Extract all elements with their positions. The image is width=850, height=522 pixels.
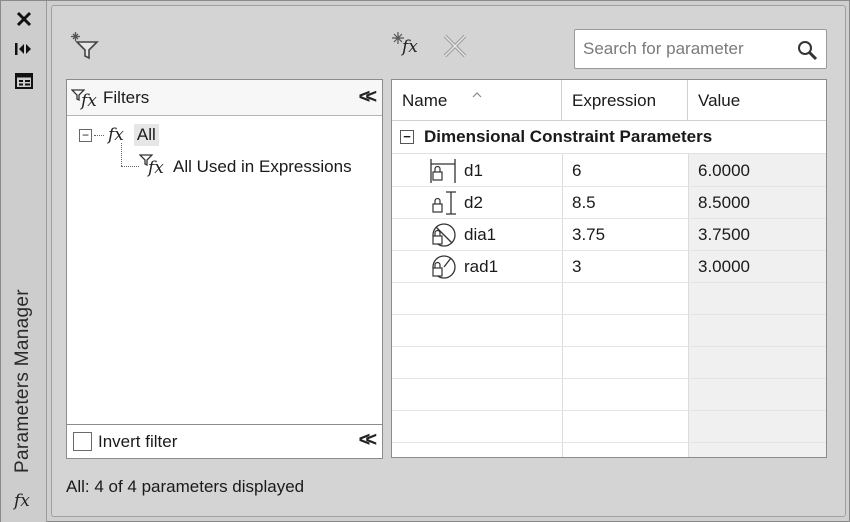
diameter-constraint-icon bbox=[428, 220, 458, 253]
group-row-dimensional[interactable]: − Dimensional Constraint Parameters bbox=[392, 121, 826, 154]
properties-icon[interactable] bbox=[11, 71, 37, 91]
tree-connector bbox=[94, 134, 104, 136]
table-row[interactable]: d1 6 6.0000 bbox=[392, 154, 826, 186]
filter-fx-icon: fx bbox=[139, 154, 173, 180]
tree-item-label: All Used in Expressions bbox=[173, 157, 352, 176]
table-row[interactable]: dia1 3.75 3.7500 bbox=[392, 218, 826, 250]
param-value: 8.5000 bbox=[698, 193, 750, 212]
column-header-name[interactable]: Name bbox=[392, 80, 562, 121]
tree-item-label: All bbox=[133, 124, 159, 146]
parameters-manager-window: Parameters Manager fx fx Search for para… bbox=[0, 0, 850, 522]
close-icon[interactable] bbox=[11, 9, 37, 29]
new-filter-icon[interactable] bbox=[68, 30, 102, 62]
column-header-expression[interactable]: Expression bbox=[562, 80, 688, 121]
delete-icon[interactable] bbox=[440, 32, 470, 60]
param-name: dia1 bbox=[464, 225, 497, 244]
filter-tree-item-used-in-expressions[interactable]: fx All Used in Expressions bbox=[139, 154, 352, 180]
tree-expander-icon[interactable]: − bbox=[79, 128, 92, 142]
column-header-value[interactable]: Value bbox=[688, 80, 826, 121]
param-expression[interactable]: 6 bbox=[572, 161, 581, 181]
tree-connector-line bbox=[121, 166, 139, 167]
search-box[interactable] bbox=[574, 29, 827, 69]
search-input[interactable] bbox=[583, 36, 788, 62]
filters-header: fx Filters << bbox=[67, 80, 382, 116]
param-value: 3.0000 bbox=[698, 257, 750, 276]
row-divider bbox=[392, 442, 826, 443]
radius-constraint-icon bbox=[428, 252, 458, 285]
row-divider bbox=[392, 346, 826, 347]
status-text: All: 4 of 4 parameters displayed bbox=[66, 477, 305, 496]
param-name: d1 bbox=[464, 161, 483, 180]
group-expander-icon[interactable]: − bbox=[400, 130, 414, 144]
filters-panel: fx Filters << − fx All fx All Used in Ex bbox=[66, 79, 383, 459]
filters-title: Filters bbox=[103, 88, 150, 107]
param-value: 6.0000 bbox=[698, 161, 750, 180]
table-row[interactable]: d2 8.5 8.5000 bbox=[392, 186, 826, 218]
row-divider bbox=[392, 410, 826, 411]
param-name: d2 bbox=[464, 193, 483, 212]
palette-title-strip: Parameters Manager fx bbox=[1, 1, 47, 522]
row-divider bbox=[392, 378, 826, 379]
collapse-footer-button[interactable]: << bbox=[359, 429, 377, 452]
sort-ascending-icon bbox=[472, 83, 482, 103]
invert-filter-checkbox[interactable] bbox=[73, 432, 92, 451]
collapse-filters-button[interactable]: << bbox=[359, 86, 377, 109]
row-divider bbox=[392, 314, 826, 315]
fx-icon: fx bbox=[108, 125, 124, 145]
invert-filter-label: Invert filter bbox=[98, 432, 178, 451]
new-parameter-icon[interactable]: fx bbox=[392, 30, 428, 62]
fx-icon: fx bbox=[14, 491, 30, 511]
tree-connector-line bbox=[121, 143, 122, 166]
main-panel: fx fx Filters << − bbox=[51, 5, 846, 517]
filter-tree-item-all[interactable]: − fx All bbox=[79, 124, 159, 146]
auto-hide-icon[interactable] bbox=[11, 39, 37, 59]
param-value: 3.7500 bbox=[698, 225, 750, 244]
group-label: Dimensional Constraint Parameters bbox=[424, 127, 713, 146]
parameters-grid: Name Expression Value − Dimensional Cons… bbox=[391, 79, 827, 458]
filters-footer: Invert filter << bbox=[67, 424, 382, 458]
search-icon[interactable] bbox=[796, 39, 818, 66]
param-name: rad1 bbox=[464, 257, 499, 276]
param-expression[interactable]: 8.5 bbox=[572, 193, 596, 213]
param-expression[interactable]: 3 bbox=[572, 257, 581, 277]
table-row[interactable]: rad1 3 3.0000 bbox=[392, 250, 826, 282]
param-expression[interactable]: 3.75 bbox=[572, 225, 605, 245]
palette-title: Parameters Manager bbox=[12, 289, 33, 473]
